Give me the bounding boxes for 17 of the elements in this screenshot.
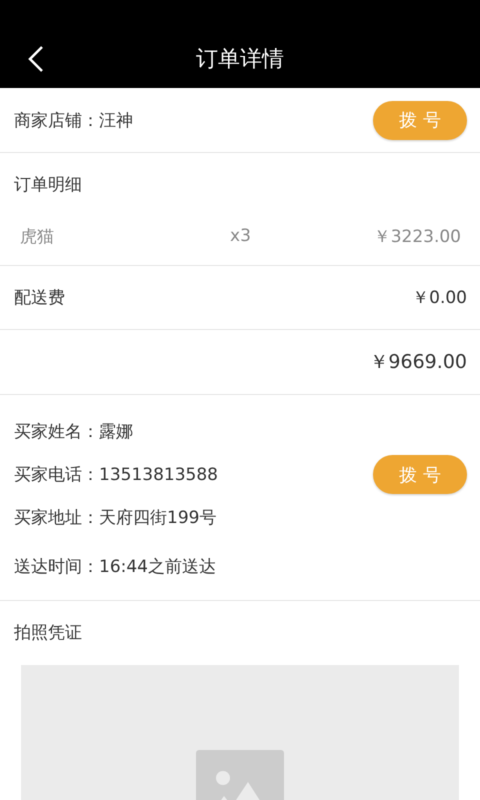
section-title: 订单明细: [13, 174, 83, 197]
buyer-info: 买家姓名：露娜: [14, 421, 133, 443]
item-quantity: x3: [229, 226, 252, 246]
merchant-label: 商家店铺：汪神: [14, 110, 133, 132]
item-name: 虎猫: [20, 226, 55, 248]
delivery-fee-amount: ￥0.00: [412, 287, 467, 309]
back-icon[interactable]: [28, 45, 44, 73]
total-amount: ￥9669.00: [369, 350, 467, 375]
buyer-info: 买家电话：13513813588: [14, 464, 218, 486]
buyer-info: 送达时间：16:44之前送达: [14, 556, 216, 578]
section-title: 拍照凭证: [13, 622, 83, 645]
buyer-info: 买家地址：天府四街199号: [14, 507, 216, 529]
dial-button[interactable]: 拨 号: [373, 455, 467, 494]
dial-button[interactable]: 拨 号: [373, 100, 467, 140]
delivery-fee-label: 配送费: [14, 287, 65, 309]
item-price: ￥3223.00: [372, 226, 461, 248]
page-title: 订单详情: [196, 46, 284, 74]
